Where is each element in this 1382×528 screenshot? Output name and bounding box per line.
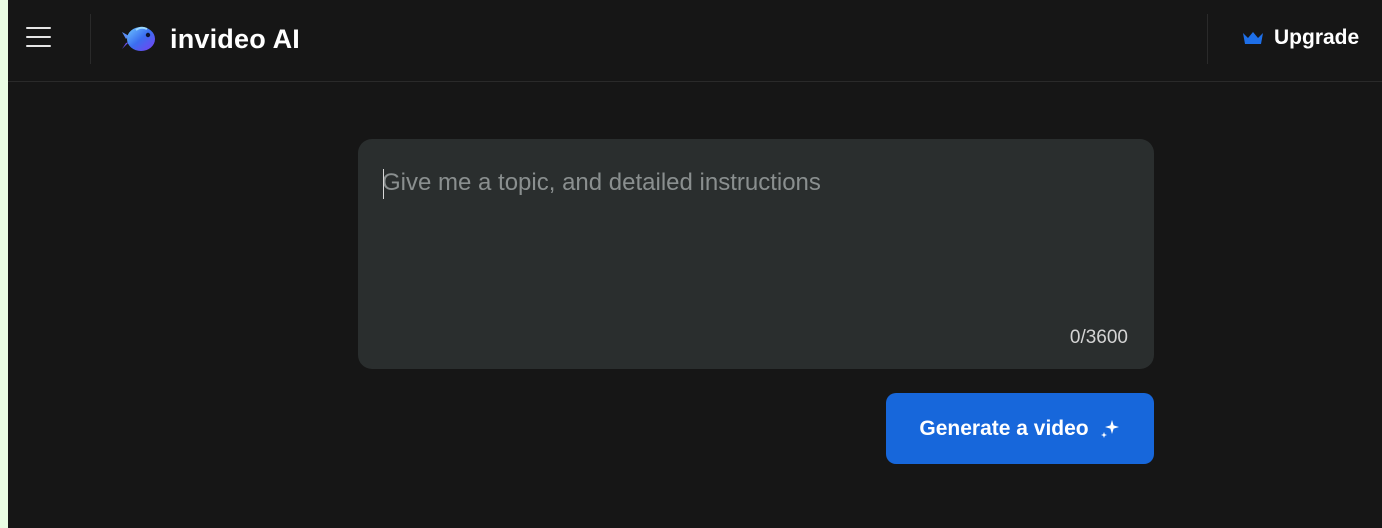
hamburger-menu-icon-line-top (26, 27, 51, 29)
app-window: invideo AI Upgrade 0/3600 Generate a vid… (8, 0, 1382, 528)
top-bar: invideo AI Upgrade (8, 0, 1382, 82)
crown-icon (1243, 32, 1263, 44)
header-divider-left (90, 14, 91, 64)
sparkle-icon (1100, 419, 1119, 438)
upgrade-label: Upgrade (1274, 26, 1360, 49)
invideo-fish-logo-icon (122, 26, 155, 51)
hamburger-menu-icon-line-bottom (26, 45, 51, 47)
brand-name: invideo AI (170, 23, 301, 54)
character-counter: 0/3600 (1069, 327, 1128, 348)
generate-video-button[interactable]: Generate a video (886, 393, 1154, 464)
text-caret (383, 169, 384, 199)
generate-video-label: Generate a video (919, 416, 1089, 440)
hamburger-menu-icon-line-middle (26, 36, 51, 38)
prompt-input[interactable] (382, 163, 1122, 303)
prompt-panel: 0/3600 (358, 139, 1154, 369)
upgrade-button[interactable]: Upgrade (1242, 26, 1359, 50)
header-divider-right (1207, 14, 1208, 64)
brand-home-link[interactable]: invideo AI (122, 22, 300, 56)
hamburger-menu-button[interactable] (24, 24, 54, 50)
